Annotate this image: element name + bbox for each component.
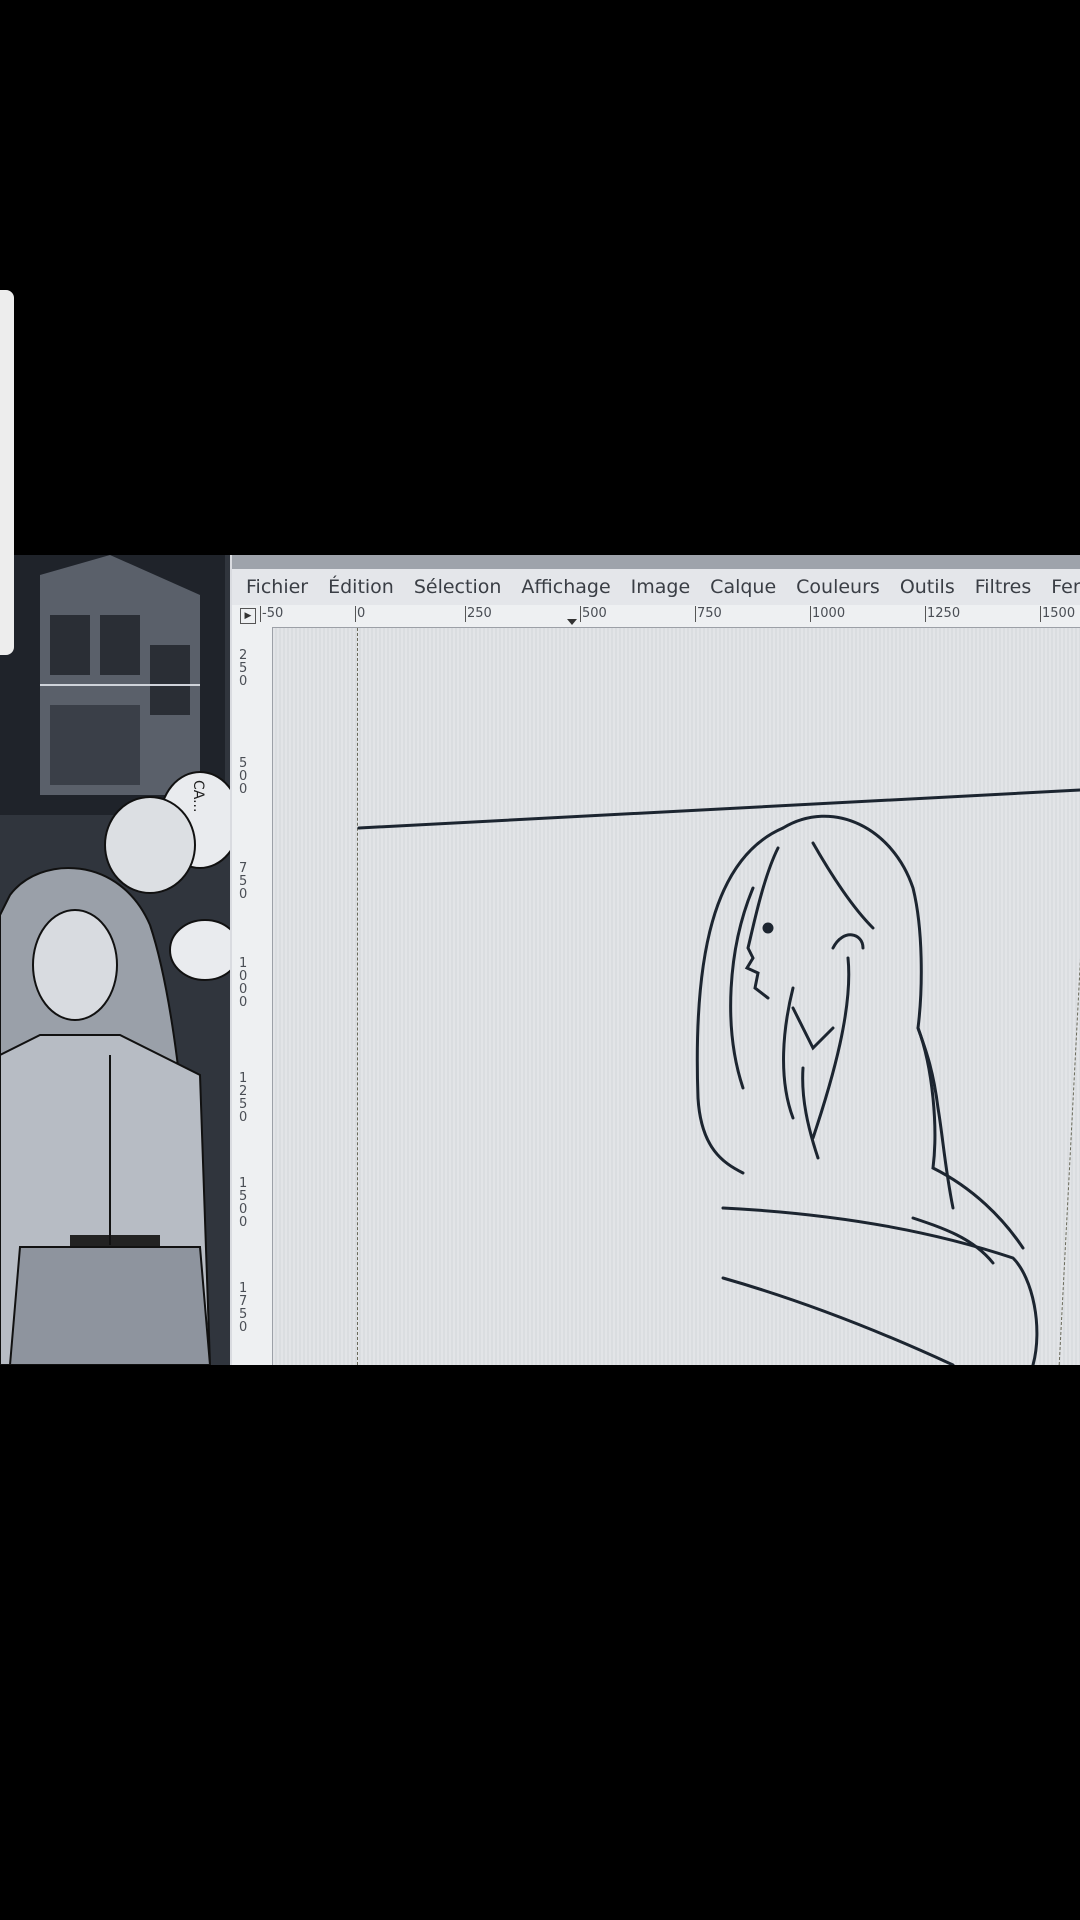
menu-calque[interactable]: Calque [710, 576, 776, 598]
menu-fichier[interactable]: Fichier [246, 576, 308, 598]
menu-selection[interactable]: Sélection [414, 576, 502, 598]
ruler-label: 250 [239, 648, 248, 689]
speech-bubble-text: CA... [190, 780, 206, 813]
ruler-label: 500 [239, 756, 248, 797]
ruler-label: 750 [239, 861, 248, 902]
comic-reference-panel: CA... [0, 555, 230, 1365]
ruler-label: 1000 [239, 956, 248, 1010]
screen-edge-tab[interactable] [0, 290, 14, 655]
menu-bar: Fichier Édition Sélection Affichage Imag… [232, 569, 1080, 605]
ruler-label: 1500 [239, 1176, 248, 1230]
ruler-ticks [567, 619, 577, 625]
horizontal-ruler[interactable]: ▶ -50 0 250 500 750 1000 1250 1500 [232, 605, 1080, 628]
menu-outils[interactable]: Outils [900, 576, 955, 598]
image-editor-window: Fichier Édition Sélection Affichage Imag… [232, 555, 1080, 1365]
line-art-sketch [357, 788, 1080, 1365]
menu-edition[interactable]: Édition [328, 576, 394, 598]
drawing-canvas[interactable] [273, 628, 1080, 1365]
menu-filtres[interactable]: Filtres [975, 576, 1032, 598]
title-bar [232, 555, 1080, 569]
photo-frame: CA... Fichier Édition Sélection Affichag… [0, 555, 1080, 1365]
menu-image[interactable]: Image [631, 576, 691, 598]
ruler-label: 1250 [239, 1071, 248, 1125]
comic-illustration [0, 555, 230, 1365]
menu-couleurs[interactable]: Couleurs [796, 576, 880, 598]
menu-fenetres[interactable]: Fenêtres [1051, 576, 1080, 598]
menu-affichage[interactable]: Affichage [521, 576, 610, 598]
vertical-ruler[interactable]: 250 500 750 1000 1250 1500 1750 [232, 627, 273, 1365]
ruler-label: 1750 [239, 1281, 248, 1335]
pointer-position-marker [567, 619, 577, 625]
